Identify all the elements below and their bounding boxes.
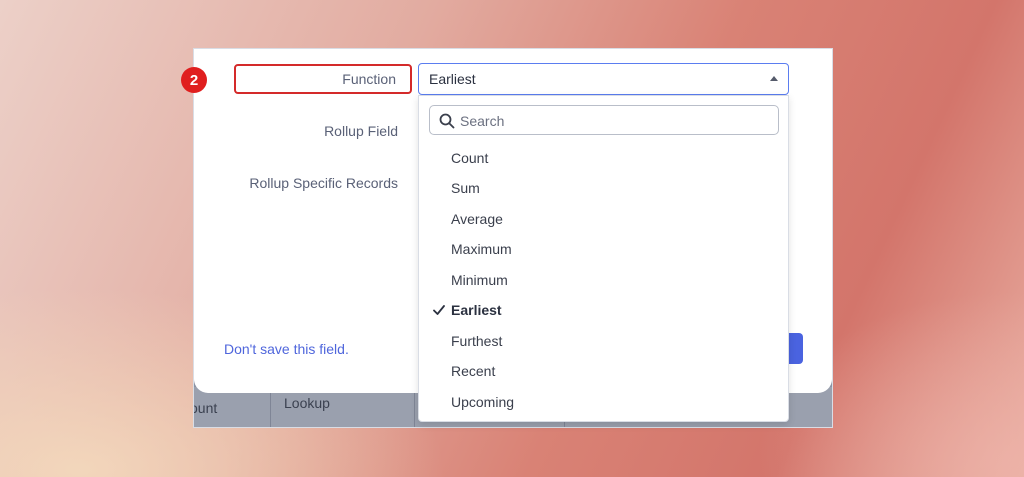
option-furthest[interactable]: Furthest [419, 326, 788, 356]
option-label: Sum [451, 180, 480, 196]
rollup-field-label: Rollup Field [324, 123, 398, 139]
option-average[interactable]: Average [419, 204, 788, 234]
option-recent[interactable]: Recent [419, 356, 788, 386]
option-minimum[interactable]: Minimum [419, 265, 788, 295]
option-label: Recent [451, 363, 496, 379]
option-label: Minimum [451, 272, 508, 288]
option-sum[interactable]: Sum [419, 173, 788, 203]
option-label: Maximum [451, 241, 512, 257]
rollup-specific-records-label: Rollup Specific Records [249, 175, 398, 191]
dont-save-link[interactable]: Don't save this field. [224, 341, 349, 357]
search-icon [439, 113, 455, 129]
function-label: Function [234, 64, 412, 94]
option-count[interactable]: Count [419, 143, 788, 173]
option-label: Average [451, 211, 503, 227]
option-maximum[interactable]: Maximum [419, 234, 788, 264]
option-upcoming[interactable]: Upcoming [419, 387, 788, 417]
search-input[interactable] [458, 106, 772, 136]
option-earliest[interactable]: Earliest [419, 295, 788, 325]
option-label: Furthest [451, 333, 503, 349]
function-dropdown-menu: Count Sum Average Maximum Minimum Earlie… [418, 95, 789, 422]
column-divider [270, 387, 271, 427]
underlay-cell-type: Lookup [284, 395, 330, 411]
option-label: Upcoming [451, 394, 515, 410]
search-field[interactable] [429, 105, 779, 136]
underlay-cell-name: ount [194, 400, 218, 416]
check-icon [433, 305, 445, 315]
column-divider [414, 387, 415, 427]
option-label: Earliest [451, 302, 502, 318]
save-button[interactable] [789, 333, 803, 364]
caret-up-icon [770, 76, 778, 81]
function-select-value: Earliest [429, 71, 476, 87]
step-badge: 2 [181, 67, 207, 93]
function-select[interactable]: Earliest [418, 63, 789, 95]
option-label: Count [451, 150, 489, 166]
